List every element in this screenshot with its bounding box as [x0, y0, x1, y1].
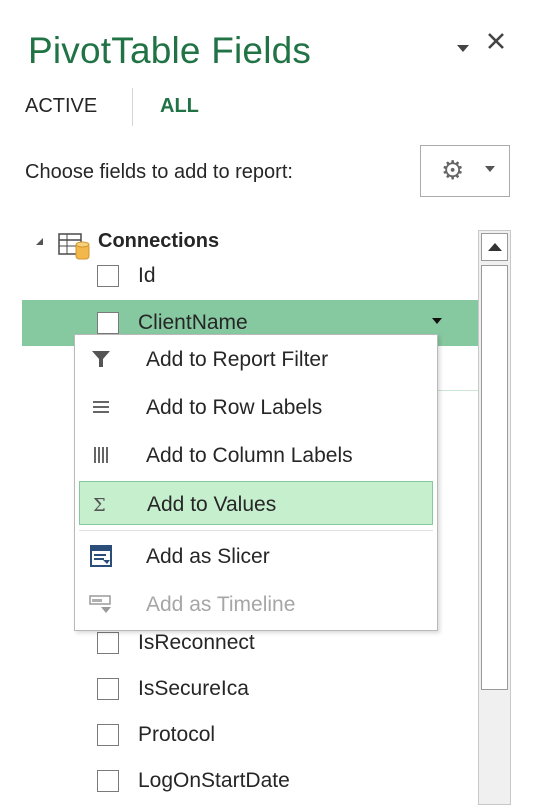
chevron-down-icon	[485, 166, 495, 172]
filter-icon	[92, 351, 110, 367]
field-context-menu: Add to Report Filter Add to Row Labels A…	[74, 334, 438, 631]
field-row-logonstartdate[interactable]: LogOnStartDate	[22, 758, 480, 804]
tab-all[interactable]: ALL	[160, 95, 199, 118]
menu-item-add-to-report-filter[interactable]: Add to Report Filter	[79, 337, 433, 381]
field-label: IsSecureIca	[138, 677, 249, 700]
pane-options-dropdown[interactable]	[455, 34, 471, 60]
table-name-connections[interactable]: Connections	[98, 230, 219, 253]
pane-title: PivotTable Fields	[28, 30, 312, 71]
layout-options-button[interactable]: ⚙	[420, 145, 510, 197]
menu-separator	[79, 530, 433, 531]
choose-fields-label: Choose fields to add to report:	[25, 161, 293, 183]
timeline-icon	[89, 595, 111, 613]
scroll-up-button[interactable]	[481, 233, 508, 261]
row-divider	[438, 390, 480, 391]
close-icon	[488, 33, 504, 49]
row-labels-icon	[93, 401, 109, 413]
field-row-id[interactable]: Id	[22, 253, 480, 299]
menu-item-add-to-values[interactable]: Σ Add to Values	[79, 481, 433, 525]
scroll-thumb[interactable]	[481, 265, 508, 690]
column-labels-icon	[94, 447, 108, 463]
slicer-icon	[90, 545, 112, 567]
field-checkbox[interactable]	[97, 632, 119, 654]
field-checkbox[interactable]	[97, 724, 119, 746]
vertical-scrollbar[interactable]	[478, 230, 511, 805]
sigma-icon: Σ	[93, 495, 106, 516]
chevron-down-icon	[457, 45, 469, 52]
menu-item-add-as-slicer[interactable]: Add as Slicer	[79, 534, 433, 578]
field-checkbox[interactable]	[97, 678, 119, 700]
tab-active[interactable]: ACTIVE	[25, 95, 97, 118]
field-dropdown-arrow-icon[interactable]	[432, 318, 442, 324]
close-pane-button[interactable]	[485, 30, 507, 58]
field-checkbox[interactable]	[97, 312, 119, 334]
menu-item-add-to-column-labels[interactable]: Add to Column Labels	[79, 433, 433, 477]
field-checkbox[interactable]	[97, 265, 119, 287]
field-label: LogOnStartDate	[138, 769, 290, 792]
gear-icon: ⚙	[441, 155, 465, 185]
field-row-issecureica[interactable]: IsSecureIca	[22, 666, 480, 712]
tab-divider	[132, 88, 133, 126]
menu-item-add-as-timeline: Add as Timeline	[79, 582, 433, 626]
menu-item-add-to-row-labels[interactable]: Add to Row Labels	[79, 385, 433, 429]
field-row-protocol[interactable]: Protocol	[22, 712, 480, 758]
field-label: IsReconnect	[138, 631, 255, 654]
field-label: ClientName	[138, 311, 248, 334]
field-label: Protocol	[138, 723, 216, 746]
field-checkbox[interactable]	[97, 770, 119, 792]
svg-text:Σ: Σ	[93, 495, 106, 516]
collapse-triangle-icon[interactable]	[36, 238, 43, 245]
field-label: Id	[138, 264, 156, 287]
